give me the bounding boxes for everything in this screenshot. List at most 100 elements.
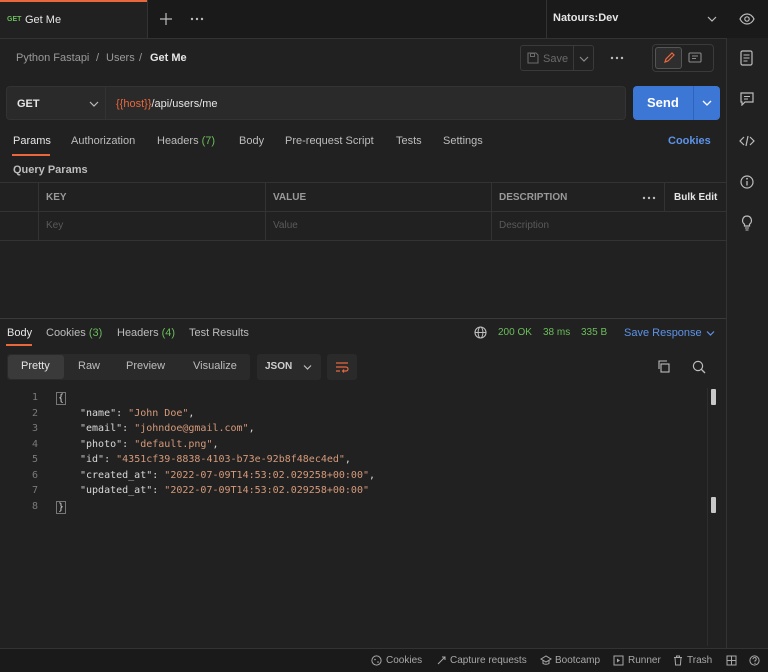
response-tab-body[interactable]: Body bbox=[7, 327, 32, 339]
save-label: Save bbox=[543, 53, 569, 65]
http-method-select[interactable]: GET bbox=[6, 86, 106, 120]
help-icon[interactable] bbox=[749, 655, 760, 666]
save-options-dropdown[interactable] bbox=[574, 45, 594, 71]
json-comma: , bbox=[369, 470, 376, 481]
http-method-value: GET bbox=[17, 98, 40, 110]
environment-selector[interactable]: Natours:Dev bbox=[546, 0, 727, 38]
response-size[interactable]: 335 B bbox=[581, 327, 607, 338]
code-snippet-icon[interactable] bbox=[739, 134, 755, 148]
comments-icon[interactable] bbox=[740, 92, 754, 106]
page-title[interactable]: Get Me bbox=[150, 52, 187, 64]
lightbulb-icon[interactable] bbox=[740, 215, 754, 231]
json-value: "John Doe" bbox=[128, 408, 189, 419]
json-key: "email" bbox=[80, 423, 123, 434]
more-actions-icon[interactable] bbox=[610, 55, 624, 61]
response-tab-cookies[interactable]: Cookies (3) bbox=[46, 327, 102, 339]
chevron-down-icon[interactable] bbox=[706, 330, 715, 337]
tab-more-icon[interactable] bbox=[190, 16, 204, 22]
tab-pre-request-script[interactable]: Pre-request Script bbox=[285, 135, 374, 147]
line-number: 4 bbox=[31, 439, 38, 450]
new-tab-plus-icon[interactable] bbox=[159, 12, 173, 26]
globe-icon[interactable] bbox=[474, 326, 487, 339]
value-input[interactable]: Value bbox=[273, 220, 298, 231]
statusbar-runner[interactable]: Runner bbox=[628, 655, 661, 666]
format-select[interactable]: JSON bbox=[257, 354, 321, 380]
statusbar-cookies[interactable]: Cookies bbox=[386, 655, 422, 666]
json-line: "id": "4351cf39-8838-4103-b73e-92b8f48ec… bbox=[80, 454, 351, 465]
request-tab-get-me[interactable]: GET Get Me bbox=[0, 0, 147, 38]
breadcrumb-folder[interactable]: Users bbox=[106, 52, 135, 64]
comment-mode-icon[interactable] bbox=[688, 52, 702, 64]
trash-icon bbox=[674, 655, 682, 666]
layout-grid-icon[interactable] bbox=[726, 655, 737, 666]
json-value: "johndoe@gmail.com" bbox=[134, 423, 249, 434]
view-pretty[interactable]: Pretty bbox=[21, 360, 50, 372]
url-value: {{host}}/api/users/me bbox=[116, 98, 218, 110]
active-tab-indicator bbox=[6, 344, 32, 346]
view-preview[interactable]: Preview bbox=[126, 360, 165, 372]
description-input[interactable]: Description bbox=[499, 220, 549, 231]
send-divider bbox=[693, 86, 694, 120]
tab-headers[interactable]: Headers (7) bbox=[157, 135, 215, 147]
edit-mode-button[interactable] bbox=[655, 47, 682, 69]
line-number: 1 bbox=[31, 392, 38, 403]
json-key: "created_at" bbox=[80, 470, 153, 481]
statusbar-bootcamp[interactable]: Bootcamp bbox=[555, 655, 600, 666]
response-tab-test-results[interactable]: Test Results bbox=[189, 327, 249, 339]
bulk-edit-button[interactable]: Bulk Edit bbox=[674, 192, 717, 203]
save-response-button[interactable]: Save Response bbox=[624, 327, 702, 339]
tab-params[interactable]: Params bbox=[13, 135, 51, 147]
url-input[interactable]: {{host}}/api/users/me bbox=[106, 86, 626, 120]
tab-body[interactable]: Body bbox=[239, 135, 264, 147]
environment-quick-look-eye-icon[interactable] bbox=[739, 12, 755, 26]
url-variable: {{host}} bbox=[116, 98, 152, 110]
copy-icon[interactable] bbox=[657, 360, 670, 373]
editor-scroll-track[interactable] bbox=[707, 388, 708, 646]
json-value: "2022-07-09T14:53:02.029258+00:00" bbox=[164, 470, 369, 481]
wrap-lines-button[interactable] bbox=[327, 354, 357, 380]
tab-settings[interactable]: Settings bbox=[443, 135, 483, 147]
pencil-icon bbox=[664, 52, 675, 63]
url-path: /api/users/me bbox=[151, 98, 218, 110]
right-sidebar bbox=[726, 38, 768, 648]
pane-resize-handle[interactable] bbox=[0, 318, 726, 319]
table-border bbox=[491, 182, 492, 240]
json-key: "id" bbox=[80, 454, 105, 465]
breadcrumb-collection[interactable]: Python Fastapi bbox=[16, 52, 89, 64]
json-line: "photo": "default.png", bbox=[80, 439, 219, 450]
chevron-down-icon bbox=[707, 16, 717, 22]
view-raw[interactable]: Raw bbox=[78, 360, 100, 372]
json-key: "photo" bbox=[80, 439, 123, 450]
line-number: 5 bbox=[31, 454, 38, 465]
format-value: JSON bbox=[265, 361, 293, 372]
tab-tests[interactable]: Tests bbox=[396, 135, 422, 147]
capture-icon bbox=[437, 656, 446, 665]
scroll-marker[interactable] bbox=[711, 389, 716, 405]
response-headers-count: (4) bbox=[161, 327, 176, 339]
wrap-lines-icon bbox=[336, 362, 349, 373]
status-code[interactable]: 200 OK bbox=[498, 327, 532, 338]
save-button[interactable]: Save bbox=[520, 45, 574, 71]
view-visualize[interactable]: Visualize bbox=[193, 360, 237, 372]
column-options-icon[interactable] bbox=[642, 195, 656, 201]
line-number: 7 bbox=[31, 485, 38, 496]
cookie-icon bbox=[371, 655, 382, 666]
statusbar-capture-requests[interactable]: Capture requests bbox=[450, 655, 527, 666]
key-input[interactable]: Key bbox=[46, 220, 63, 231]
response-time[interactable]: 38 ms bbox=[543, 327, 570, 338]
statusbar-trash[interactable]: Trash bbox=[687, 655, 712, 666]
cookies-count: (3) bbox=[88, 327, 103, 339]
table-border bbox=[0, 182, 726, 183]
tab-authorization[interactable]: Authorization bbox=[71, 135, 135, 147]
query-params-title: Query Params bbox=[13, 164, 88, 176]
search-icon[interactable] bbox=[692, 360, 706, 374]
documentation-icon[interactable] bbox=[740, 50, 753, 66]
scroll-marker[interactable] bbox=[711, 497, 716, 513]
chevron-down-icon bbox=[702, 100, 712, 106]
json-comma: , bbox=[188, 408, 195, 419]
cookies-link[interactable]: Cookies bbox=[668, 135, 711, 147]
info-icon[interactable] bbox=[740, 175, 754, 189]
response-tab-headers[interactable]: Headers (4) bbox=[117, 327, 175, 339]
send-button[interactable]: Send bbox=[633, 86, 720, 120]
table-border bbox=[664, 182, 665, 211]
